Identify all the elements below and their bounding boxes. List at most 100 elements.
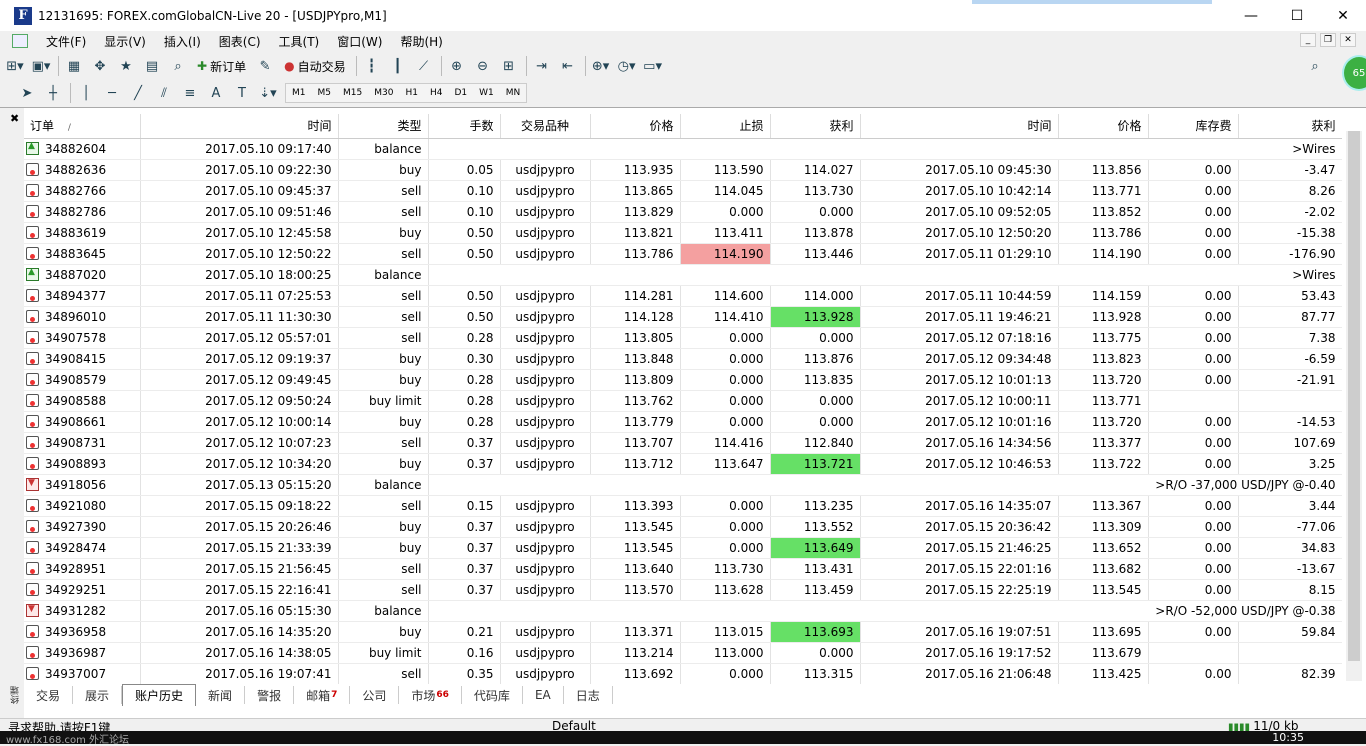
data-window-icon[interactable]: ✥ — [89, 55, 111, 77]
timeframe-h4[interactable]: H4 — [424, 84, 449, 102]
market-watch-icon[interactable]: ▦ — [63, 55, 85, 77]
tab-5[interactable]: 邮箱 7 — [294, 686, 351, 704]
table-row[interactable]: 34928951 2017.05.15 21:56:45 sell 0.37 usdjp… — [24, 558, 1342, 580]
table-row[interactable]: 34908579 2017.05.12 09:49:45 buy 0.28 usdjpy… — [24, 369, 1342, 391]
timeframe-d1[interactable]: D1 — [448, 84, 473, 102]
table-row[interactable]: 34927390 2017.05.15 20:26:46 buy 0.37 usdjpy… — [24, 516, 1342, 538]
table-row[interactable]: 34908415 2017.05.12 09:19:37 buy 0.30 usdjpy… — [24, 348, 1342, 370]
tab-3[interactable]: 新闻 — [196, 686, 246, 704]
profiles-icon[interactable]: ▣▾ — [30, 55, 52, 77]
candlestick-icon[interactable]: ┃ — [387, 55, 409, 77]
cursor-icon[interactable]: ➤ — [16, 82, 38, 104]
tab-7[interactable]: 市场 66 — [399, 686, 462, 704]
col-lots[interactable]: 手数 — [428, 114, 501, 139]
timeframe-m1[interactable]: M1 — [286, 84, 312, 102]
table-row[interactable]: 34883619 2017.05.10 12:45:58 buy 0.50 usdjpy… — [24, 222, 1342, 244]
table-row[interactable]: 34908893 2017.05.12 10:34:20 buy 0.37 usdjpy… — [24, 453, 1342, 475]
metaeditor-icon[interactable]: ✎ — [254, 55, 276, 77]
col-close-time[interactable]: 时间 — [860, 114, 1059, 139]
table-row[interactable]: 34894377 2017.05.11 07:25:53 sell 0.50 usdjp… — [24, 285, 1342, 307]
auto-trading-button[interactable]: ● 自动交易 — [280, 55, 350, 77]
terminal-icon[interactable]: ▤ — [141, 55, 163, 77]
minimize-button[interactable]: — — [1228, 0, 1274, 31]
menu-file[interactable]: 文件(F) — [46, 33, 86, 50]
tab-1[interactable]: 展示 — [73, 686, 123, 704]
table-row[interactable]: 34882604 2017.05.10 09:17:40balance>Wires… — [24, 138, 1342, 160]
equidistant-channel-icon[interactable]: ⫽ — [153, 82, 175, 104]
table-row[interactable]: 34918056 2017.05.13 05:15:20balance>R/O -… — [24, 474, 1342, 496]
tab-8[interactable]: 代码库 — [462, 686, 523, 704]
menu-insert[interactable]: 插入(I) — [164, 33, 201, 50]
tab-4[interactable]: 警报 — [245, 686, 295, 704]
periods-icon[interactable]: ◷▾ — [616, 55, 638, 77]
col-swap[interactable]: 库存费 — [1148, 114, 1239, 139]
table-row[interactable]: 34882786 2017.05.10 09:51:46 sell 0.10 usdjp… — [24, 201, 1342, 223]
timeframe-m15[interactable]: M15 — [337, 84, 368, 102]
table-row[interactable]: 34882636 2017.05.10 09:22:30 buy 0.05 usdjpy… — [24, 159, 1342, 181]
trendline-icon[interactable]: ╱ — [127, 82, 149, 104]
col-open-price[interactable]: 价格 — [590, 114, 681, 139]
col-profit[interactable]: 获利 — [1238, 114, 1342, 139]
mdi-restore-button[interactable]: ❐ — [1320, 33, 1336, 47]
arrows-icon[interactable]: ⇣▾ — [257, 82, 279, 104]
navigator-icon[interactable]: ★ — [115, 55, 137, 77]
timeframe-m30[interactable]: M30 — [368, 84, 399, 102]
timeframe-h1[interactable]: H1 — [399, 84, 424, 102]
table-row[interactable]: 34887020 2017.05.10 18:00:25balance>Wires… — [24, 264, 1342, 286]
table-row[interactable]: 34882766 2017.05.10 09:45:37 sell 0.10 usdjp… — [24, 180, 1342, 202]
fibonacci-icon[interactable]: ≡ — [179, 82, 201, 104]
table-row[interactable]: 34907578 2017.05.12 05:57:01 sell 0.28 usdjp… — [24, 327, 1342, 349]
tab-6[interactable]: 公司 — [350, 686, 400, 704]
bar-chart-icon[interactable]: ┇ — [361, 55, 383, 77]
table-row[interactable]: 34937007 2017.05.16 19:07:41 sell 0.35 usdjp… — [24, 663, 1342, 684]
tab-0[interactable]: 交易 — [24, 686, 74, 704]
timeframe-w1[interactable]: W1 — [473, 84, 500, 102]
zoom-out-icon[interactable]: ⊖ — [472, 55, 494, 77]
col-stop-loss[interactable]: 止损 — [680, 114, 771, 139]
text-icon[interactable]: A — [205, 82, 227, 104]
mdi-minimize-button[interactable]: _ — [1300, 33, 1316, 47]
col-open-time[interactable]: 时间 — [140, 114, 339, 139]
close-button[interactable]: ✕ — [1320, 0, 1366, 31]
vertical-scrollbar[interactable] — [1346, 131, 1362, 681]
table-row[interactable]: 34928474 2017.05.15 21:33:39 buy 0.37 usdjpy… — [24, 537, 1342, 559]
tab-9[interactable]: EA — [523, 686, 564, 704]
timeframe-m5[interactable]: M5 — [312, 84, 338, 102]
table-row[interactable]: 34908661 2017.05.12 10:00:14 buy 0.28 usdjpy… — [24, 411, 1342, 433]
menu-charts[interactable]: 图表(C) — [219, 33, 261, 50]
tab-10[interactable]: 日志 — [564, 686, 613, 704]
vertical-line-icon[interactable]: │ — [75, 82, 97, 104]
timeframe-mn[interactable]: MN — [500, 84, 527, 102]
text-label-icon[interactable]: T — [231, 82, 253, 104]
col-close-price[interactable]: 价格 — [1058, 114, 1149, 139]
tile-windows-icon[interactable]: ⊞ — [498, 55, 520, 77]
table-row[interactable]: 34908588 2017.05.12 09:50:24 buy limit 0.28… — [24, 390, 1342, 412]
menu-window[interactable]: 窗口(W) — [337, 33, 382, 50]
new-order-button[interactable]: ✚ 新订单 — [193, 55, 250, 77]
close-terminal-icon[interactable]: ✖ — [10, 112, 19, 125]
menu-tools[interactable]: 工具(T) — [279, 33, 320, 50]
horizontal-line-icon[interactable]: ─ — [101, 82, 123, 104]
col-take-profit[interactable]: 获利 — [770, 114, 861, 139]
col-type[interactable]: 类型 — [338, 114, 429, 139]
col-order[interactable]: 订单 / — [24, 114, 141, 139]
strategy-tester-icon[interactable]: ⌕ — [167, 55, 189, 77]
menu-help[interactable]: 帮助(H) — [400, 33, 442, 50]
table-row[interactable]: 34908731 2017.05.12 10:07:23 sell 0.37 usdjp… — [24, 432, 1342, 454]
chart-window-icon[interactable] — [12, 34, 28, 48]
line-chart-icon[interactable]: ⟋ — [413, 55, 435, 77]
chart-shift-icon[interactable]: ⇤ — [557, 55, 579, 77]
table-row[interactable]: 34931282 2017.05.16 05:15:30balance>R/O -… — [24, 600, 1342, 622]
tab-2[interactable]: 账户历史 — [122, 684, 197, 706]
table-row[interactable]: 34896010 2017.05.11 11:30:30 sell 0.50 usdjp… — [24, 306, 1342, 328]
autoscroll-icon[interactable]: ⇥ — [531, 55, 553, 77]
mdi-close-button[interactable]: ✕ — [1340, 33, 1356, 47]
menu-view[interactable]: 显示(V) — [104, 33, 146, 50]
table-row[interactable]: 34936987 2017.05.16 14:38:05 buy limit 0.16… — [24, 642, 1342, 664]
table-row[interactable]: 34921080 2017.05.15 09:18:22 sell 0.15 usdjp… — [24, 495, 1342, 517]
search-icon[interactable]: ⌕ — [1304, 55, 1326, 77]
table-row[interactable]: 34883645 2017.05.10 12:50:22 sell 0.50 usdjp… — [24, 243, 1342, 265]
table-row[interactable]: 34929251 2017.05.15 22:16:41 sell 0.37 usdjp… — [24, 579, 1342, 601]
crosshair-icon[interactable]: ┼ — [42, 82, 64, 104]
indicators-icon[interactable]: ⊕▾ — [590, 55, 612, 77]
